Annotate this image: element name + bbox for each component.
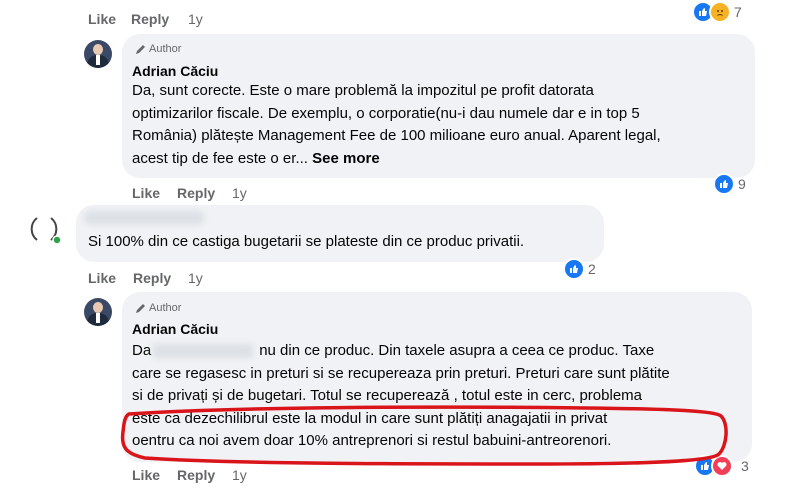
pen-icon [136, 303, 145, 313]
reaction-summary[interactable]: 2 [563, 258, 596, 280]
reply-button[interactable]: Reply [177, 185, 215, 201]
like-button[interactable]: Like [132, 185, 160, 201]
comment-line: acest tip de fee este o er... See more [132, 149, 380, 167]
reaction-count: 9 [738, 176, 746, 192]
redacted-name [84, 211, 204, 225]
comment-line: care se regasesc in preturi si se recupe… [132, 364, 670, 382]
comment-line: Da nu din ce produc. Din taxele asupra a … [132, 342, 655, 359]
author-badge: Author [135, 302, 181, 314]
reaction-count: 2 [588, 261, 596, 277]
comment-actions: Like Reply 1y [88, 270, 228, 288]
comment-actions: Like Reply 1y [132, 185, 272, 203]
reaction-count: 7 [734, 4, 742, 20]
see-more-link[interactable]: See more [312, 150, 380, 167]
anonymous-avatar[interactable] [27, 212, 62, 246]
comment-text: Da, sunt corecte. Este o mare problemă l… [132, 80, 752, 170]
comment-line: optimizarilor fiscale. De exemplu, o cor… [132, 104, 640, 122]
redacted-text [153, 344, 254, 359]
reaction-summary[interactable]: 9 [713, 173, 746, 195]
like-icon [713, 173, 735, 195]
comment-line: România) plătește Management Fee de 100 … [132, 127, 661, 144]
comment-time[interactable]: 1y [188, 11, 203, 27]
highlight-annotation [120, 405, 728, 466]
author-badge: Author [135, 43, 181, 55]
like-button[interactable]: Like [88, 11, 116, 27]
like-icon [563, 258, 585, 280]
comment-line: Da, sunt corecte. Este o mare problemă l… [132, 82, 594, 99]
pen-icon [136, 44, 145, 54]
reaction-count: 3 [741, 458, 749, 474]
comment-author-name[interactable]: Adrian Căciu [132, 63, 218, 79]
comment-time[interactable]: 1y [188, 270, 203, 286]
like-button[interactable]: Like [88, 270, 116, 286]
author-tag-label: Author [149, 302, 182, 314]
comment-text: Si 100% din ce castiga bugetarii se plat… [88, 233, 525, 250]
comment-time[interactable]: 1y [232, 185, 247, 201]
top-comment-actions: Like Reply 1y [88, 11, 228, 29]
reply-button[interactable]: Reply [131, 11, 169, 27]
author-tag-label: Author [149, 43, 182, 55]
sad-icon [709, 1, 731, 23]
comment-author-name[interactable]: Adrian Căciu [132, 321, 218, 337]
author-avatar[interactable] [84, 40, 112, 68]
author-avatar[interactable] [84, 298, 112, 326]
top-reaction-summary[interactable]: 7 [692, 1, 742, 23]
reply-button[interactable]: Reply [133, 270, 171, 286]
